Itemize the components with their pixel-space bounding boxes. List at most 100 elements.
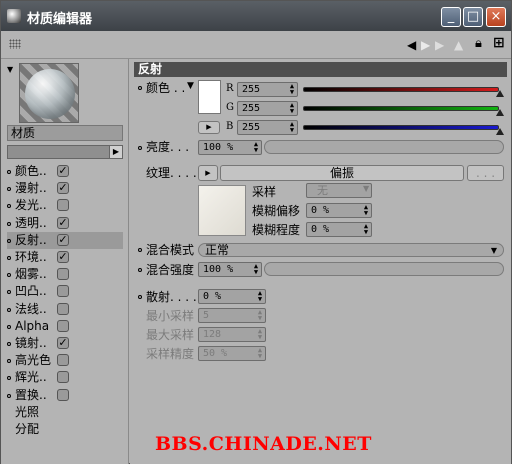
lock-icon[interactable]: 🔒︎ xyxy=(475,37,482,50)
brightness-slider[interactable] xyxy=(264,140,504,154)
red-slider[interactable] xyxy=(303,87,499,92)
sampling-dropdown[interactable]: 无 ▼ xyxy=(306,183,372,198)
channel-checkbox[interactable] xyxy=(57,319,69,332)
channel-item[interactable]: 辉光.. xyxy=(7,369,123,386)
animate-dot-icon[interactable] xyxy=(7,238,11,243)
animate-dot-icon[interactable] xyxy=(7,256,11,260)
mix-mode-dropdown[interactable]: 正常 ▼ xyxy=(198,243,504,257)
spin-arrows-icon[interactable]: ▲ ▼ xyxy=(257,347,263,360)
pin-icon[interactable]: ▲ xyxy=(454,39,463,51)
channel-item[interactable]: 凹凸.. xyxy=(7,283,123,300)
g-field[interactable]: 255 ▲ ▼ xyxy=(237,101,298,116)
animate-dot-icon[interactable] xyxy=(138,268,142,272)
animate-dot-icon[interactable] xyxy=(7,273,11,278)
panel-item[interactable]: 光照 xyxy=(7,404,123,421)
back-arrow-icon[interactable]: ◀ xyxy=(407,39,416,51)
color-menu-arrow-icon[interactable]: ▼ xyxy=(187,78,194,94)
channel-checkbox[interactable]: ✓ xyxy=(57,233,69,246)
channel-checkbox[interactable] xyxy=(57,302,69,315)
channel-item[interactable]: 发光.. xyxy=(7,197,123,214)
maximize-button[interactable]: □ xyxy=(463,7,483,27)
close-button[interactable]: × xyxy=(486,7,506,27)
animate-dot-icon[interactable] xyxy=(7,359,11,364)
channel-checkbox[interactable]: ✓ xyxy=(57,165,69,177)
texture-options-button[interactable]: . . . xyxy=(467,165,504,181)
channel-item[interactable]: 漫射.. ✓ xyxy=(7,180,123,197)
spin-arrows-icon[interactable]: ▲ ▼ xyxy=(363,204,369,217)
spin-arrows-icon[interactable]: ▲ ▼ xyxy=(253,141,259,154)
forward-arrow-icon[interactable]: ▶ xyxy=(421,39,430,51)
animate-dot-icon[interactable] xyxy=(138,248,142,252)
spin-arrows-icon[interactable]: ▲ ▼ xyxy=(257,290,263,303)
up-arrow-icon[interactable]: ▶ xyxy=(435,39,444,51)
animate-dot-icon[interactable] xyxy=(7,221,11,226)
color-swatch[interactable] xyxy=(198,80,221,114)
material-name-field[interactable]: 材质 xyxy=(7,125,123,141)
color-expand-button[interactable]: ▶ xyxy=(198,121,220,134)
spin-arrows-icon[interactable]: ▲ ▼ xyxy=(253,263,259,276)
minimize-button[interactable]: _ xyxy=(441,7,461,27)
preview-menu-arrow-icon[interactable]: ▼ xyxy=(7,65,13,74)
min-samples-field[interactable]: 5 ▲ ▼ xyxy=(198,308,266,323)
dropdown-arrow-icon[interactable]: ▼ xyxy=(491,245,497,257)
channel-item[interactable]: Alpha xyxy=(7,318,123,335)
channel-item[interactable]: 烟雾.. xyxy=(7,266,123,283)
title-bar[interactable]: 材质编辑器 _ □ × xyxy=(1,1,511,31)
mix-strength-slider[interactable] xyxy=(264,262,504,276)
spin-arrows-icon[interactable]: ▲ ▼ xyxy=(289,121,295,134)
animate-dot-icon[interactable] xyxy=(138,295,142,299)
channel-checkbox[interactable] xyxy=(57,371,69,384)
animate-dot-icon[interactable] xyxy=(7,170,11,174)
animate-dot-icon[interactable] xyxy=(7,376,11,381)
channel-item[interactable]: 环境.. ✓ xyxy=(7,249,123,266)
dropdown-arrow-icon[interactable]: ▼ xyxy=(363,185,369,193)
texture-arrow-button[interactable]: ▶ xyxy=(198,165,218,181)
max-samples-field[interactable]: 128 ▲ ▼ xyxy=(198,327,266,342)
texture-button[interactable]: 偏振 xyxy=(220,165,464,181)
green-slider-handle[interactable] xyxy=(496,109,504,116)
spin-arrows-icon[interactable]: ▲ ▼ xyxy=(289,83,295,96)
animate-dot-icon[interactable] xyxy=(7,342,11,346)
mix-strength-field[interactable]: 100 % ▲ ▼ xyxy=(198,262,262,277)
animate-dot-icon[interactable] xyxy=(7,393,11,398)
channel-item[interactable]: 高光色 xyxy=(7,352,123,369)
scatter-field[interactable]: 0 % ▲ ▼ xyxy=(198,289,266,304)
animate-dot-icon[interactable] xyxy=(7,307,11,312)
blue-slider-handle[interactable] xyxy=(496,128,504,135)
channel-item[interactable]: 法线.. xyxy=(7,301,123,318)
channel-item[interactable]: 置换.. xyxy=(7,387,123,404)
slider-arrow-icon[interactable]: ▶ xyxy=(109,145,123,159)
channel-checkbox[interactable] xyxy=(57,354,69,367)
spin-arrows-icon[interactable]: ▲ ▼ xyxy=(257,309,263,322)
blur-degree-field[interactable]: 0 % ▲ ▼ xyxy=(306,222,372,237)
material-preview[interactable] xyxy=(19,63,79,123)
channel-item[interactable]: 颜色.. ✓ xyxy=(7,163,123,180)
animate-dot-icon[interactable] xyxy=(7,290,11,295)
panel-item[interactable]: 分配 xyxy=(7,421,123,438)
channel-item[interactable]: 镜射.. ✓ xyxy=(7,335,123,352)
spin-arrows-icon[interactable]: ▲ ▼ xyxy=(289,102,295,115)
sample-precision-field[interactable]: 50 % ▲ ▼ xyxy=(198,346,266,361)
channel-checkbox[interactable]: ✓ xyxy=(57,337,69,349)
channel-item[interactable]: 反射.. ✓ xyxy=(7,231,123,249)
channel-checkbox[interactable]: ✓ xyxy=(57,182,69,195)
blue-slider[interactable] xyxy=(303,125,499,130)
channel-checkbox[interactable] xyxy=(57,199,69,212)
animate-dot-icon[interactable] xyxy=(7,324,11,329)
channel-checkbox[interactable] xyxy=(57,285,69,298)
animate-dot-icon[interactable] xyxy=(138,146,142,150)
brightness-field[interactable]: 100 % ▲ ▼ xyxy=(198,140,262,155)
texture-preview[interactable] xyxy=(198,185,246,236)
channel-checkbox[interactable] xyxy=(57,268,69,281)
spin-arrows-icon[interactable]: ▲ ▼ xyxy=(257,328,263,341)
b-field[interactable]: 255 ▲ ▼ xyxy=(237,120,298,135)
channel-item[interactable]: 透明.. ✓ xyxy=(7,215,123,232)
red-slider-handle[interactable] xyxy=(496,90,504,97)
channel-checkbox[interactable] xyxy=(57,388,69,401)
grip-icon[interactable] xyxy=(9,39,21,49)
new-window-icon[interactable]: ⊞ xyxy=(493,36,505,50)
spin-arrows-icon[interactable]: ▲ ▼ xyxy=(363,223,369,236)
material-slider[interactable] xyxy=(7,145,113,159)
blur-offset-field[interactable]: 0 % ▲ ▼ xyxy=(306,203,372,218)
channel-checkbox[interactable]: ✓ xyxy=(57,216,69,229)
